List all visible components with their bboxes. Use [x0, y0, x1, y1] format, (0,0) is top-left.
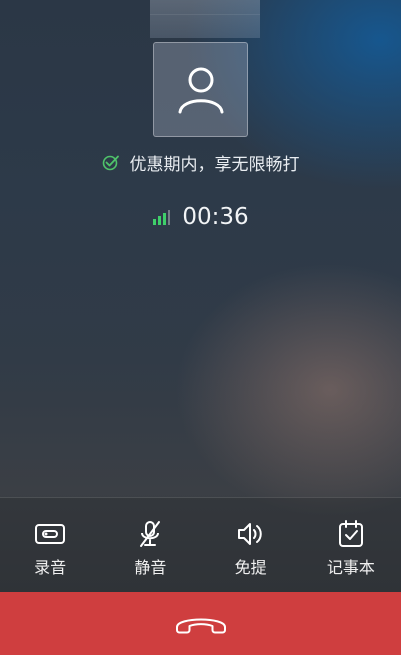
- mute-button[interactable]: 静音: [100, 498, 200, 593]
- call-timer: 00:36: [0, 202, 401, 232]
- mute-icon: [137, 520, 163, 548]
- hang-up-button[interactable]: [0, 592, 401, 655]
- notepad-button[interactable]: 记事本: [301, 498, 401, 593]
- promo-banner: 优惠期内，享无限畅打: [0, 150, 401, 175]
- speaker-label: 免提: [234, 558, 267, 577]
- signal-strength-icon: [153, 210, 171, 225]
- call-actions-bar: 录音 静音 免提 记事本: [0, 497, 401, 593]
- promo-text: 优惠期内，享无限畅打: [129, 154, 300, 175]
- notepad-icon: [338, 520, 364, 548]
- speaker-button[interactable]: 免提: [201, 498, 301, 593]
- notepad-label: 记事本: [326, 558, 375, 577]
- call-duration: 00:36: [182, 204, 249, 230]
- caller-name-redacted: [150, 0, 260, 38]
- record-button[interactable]: 录音: [0, 498, 100, 593]
- caller-avatar: [153, 42, 248, 137]
- record-label: 录音: [34, 558, 67, 577]
- mute-label: 静音: [134, 558, 167, 577]
- person-icon: [178, 67, 223, 113]
- record-icon: [34, 520, 66, 548]
- call-screen: 优惠期内，享无限畅打 00:36 录音 静音 免提 记事本: [0, 0, 401, 655]
- hang-up-icon: [175, 618, 226, 633]
- check-icon: [102, 155, 119, 171]
- speaker-icon: [236, 520, 266, 548]
